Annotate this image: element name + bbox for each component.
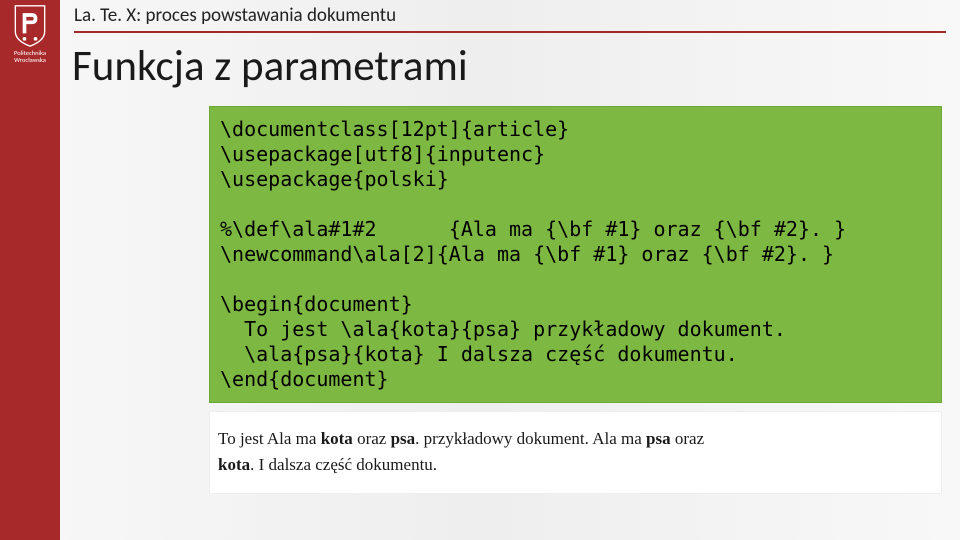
- code-line: \newcommand\ala[2]{Ala ma {\bf #1} oraz …: [220, 242, 834, 266]
- sidebar: Politechnika Wrocławska: [0, 0, 60, 540]
- code-line: \documentclass[12pt]{article}: [220, 117, 569, 141]
- code-line: \ala{psa}{kota} I dalsza część dokumentu…: [220, 342, 738, 366]
- slide-content: La. Te. X: proces powstawania dokumentu …: [74, 0, 952, 540]
- output-text: oraz: [671, 429, 705, 448]
- output-block: To jest Ala ma kota oraz psa. przykładow…: [209, 411, 942, 494]
- university-logo-icon: [11, 4, 49, 48]
- output-bold: psa: [391, 429, 416, 448]
- code-line: \begin{document}: [220, 292, 413, 316]
- slide-title: Funkcja z parametrami: [72, 39, 952, 92]
- code-line: %\def\ala#1#2 {Ala ma {\bf #1} oraz {\bf…: [220, 217, 846, 241]
- code-block: \documentclass[12pt]{article} \usepackag…: [209, 106, 942, 403]
- output-bold: psa: [646, 429, 671, 448]
- university-name: Politechnika Wrocławska: [14, 50, 46, 64]
- output-text: To jest Ala ma: [218, 429, 321, 448]
- output-bold: kota: [321, 429, 353, 448]
- output-bold: kota: [218, 455, 250, 474]
- code-line: \usepackage{polski}: [220, 167, 449, 191]
- code-line: \end{document}: [220, 367, 389, 391]
- output-text: . przykładowy dokument. Ala ma: [415, 429, 646, 448]
- output-text: oraz: [353, 429, 391, 448]
- code-line: \usepackage[utf8]{inputenc}: [220, 142, 545, 166]
- code-line: To jest \ala{kota}{psa} przykładowy doku…: [220, 317, 786, 341]
- slide-header: La. Te. X: proces powstawania dokumentu: [74, 0, 946, 33]
- output-text: . I dalsza część dokumentu.: [250, 455, 437, 474]
- university-name-line2: Wrocławska: [14, 56, 46, 64]
